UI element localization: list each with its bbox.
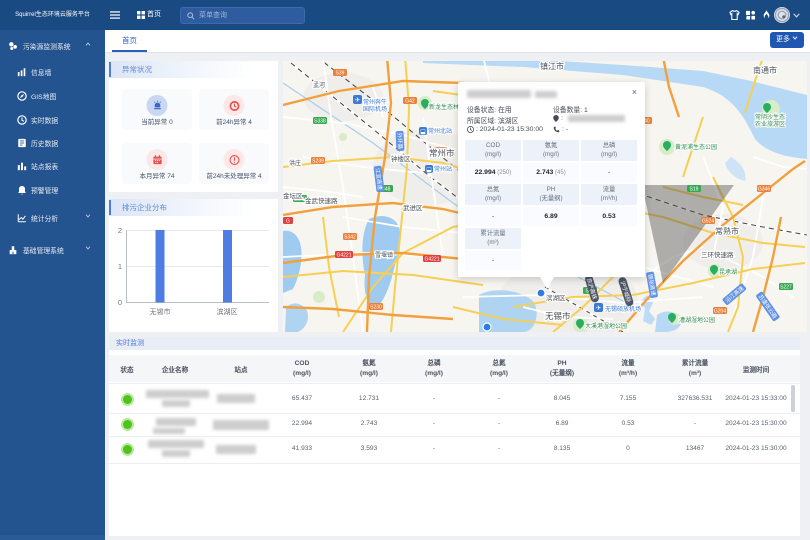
svg-text:G346: G346 — [758, 187, 770, 193]
svg-text:钟楼区: 钟楼区 — [391, 154, 411, 163]
svg-text:G: G — [286, 219, 290, 225]
svg-text:2: 2 — [118, 226, 122, 235]
svg-text:G524: G524 — [702, 219, 714, 225]
svg-text:金武快速路: 金武快速路 — [305, 196, 338, 205]
svg-text:无锡硕放机场: 无锡硕放机场 — [605, 305, 641, 313]
svg-text:S239: S239 — [312, 159, 324, 165]
svg-text:1: 1 — [118, 262, 122, 271]
svg-text:雪堰镇: 雪堰镇 — [375, 251, 393, 259]
svg-text:常熟市: 常熟市 — [715, 226, 739, 236]
svg-text:0: 0 — [118, 298, 122, 307]
svg-text:⬓: ⬓ — [420, 130, 426, 136]
svg-text:S39: S39 — [336, 71, 345, 77]
svg-text:武进区: 武进区 — [403, 203, 423, 212]
svg-text:S338: S338 — [314, 119, 326, 125]
svg-text:✈: ✈ — [596, 305, 602, 312]
svg-text:常阴沙生态: 常阴沙生态 — [755, 113, 785, 121]
svg-text:滨湖区: 滨湖区 — [217, 307, 238, 316]
svg-text:G204: G204 — [714, 309, 726, 315]
svg-text:孟河: 孟河 — [313, 81, 325, 89]
svg-text:金坛区: 金坛区 — [283, 191, 303, 200]
svg-text:G4221: G4221 — [336, 253, 351, 259]
svg-text:大溪港湿地公园: 大溪港湿地公园 — [585, 322, 627, 330]
svg-text:S230: S230 — [370, 305, 382, 311]
svg-text:无锡市: 无锡市 — [545, 311, 571, 321]
svg-text:三环快速路: 三环快速路 — [701, 250, 734, 259]
svg-text:漕湖湿地公园: 漕湖湿地公园 — [679, 316, 715, 324]
svg-text:S19: S19 — [690, 187, 699, 193]
svg-text:南通市: 南通市 — [753, 65, 777, 75]
svg-text:S342: S342 — [344, 235, 356, 241]
svg-text:新龙生态林: 新龙生态林 — [429, 103, 459, 111]
svg-text:无锡市: 无锡市 — [150, 307, 171, 316]
svg-text:常州站: 常州站 — [434, 165, 452, 173]
svg-text:镇江市: 镇江市 — [540, 61, 564, 71]
svg-text:✈: ✈ — [355, 97, 361, 104]
svg-text:⬓: ⬓ — [426, 168, 432, 174]
svg-text:G42: G42 — [405, 99, 415, 105]
svg-text:G4221: G4221 — [424, 257, 439, 263]
svg-text:黄泥浦生态公园: 黄泥浦生态公园 — [675, 143, 717, 151]
svg-text:国际机场: 国际机场 — [363, 105, 387, 113]
svg-text:农业旅游区: 农业旅游区 — [755, 120, 785, 128]
svg-text:常州市: 常州市 — [429, 148, 455, 158]
svg-text:昆承湖: 昆承湖 — [719, 268, 737, 276]
svg-text:常州北站: 常州北站 — [428, 127, 452, 135]
svg-text:S227: S227 — [780, 285, 792, 291]
svg-text:常州奔牛: 常州奔牛 — [363, 98, 387, 106]
svg-text:滨湖区: 滨湖区 — [546, 293, 566, 302]
svg-text:洪庄: 洪庄 — [289, 159, 301, 167]
